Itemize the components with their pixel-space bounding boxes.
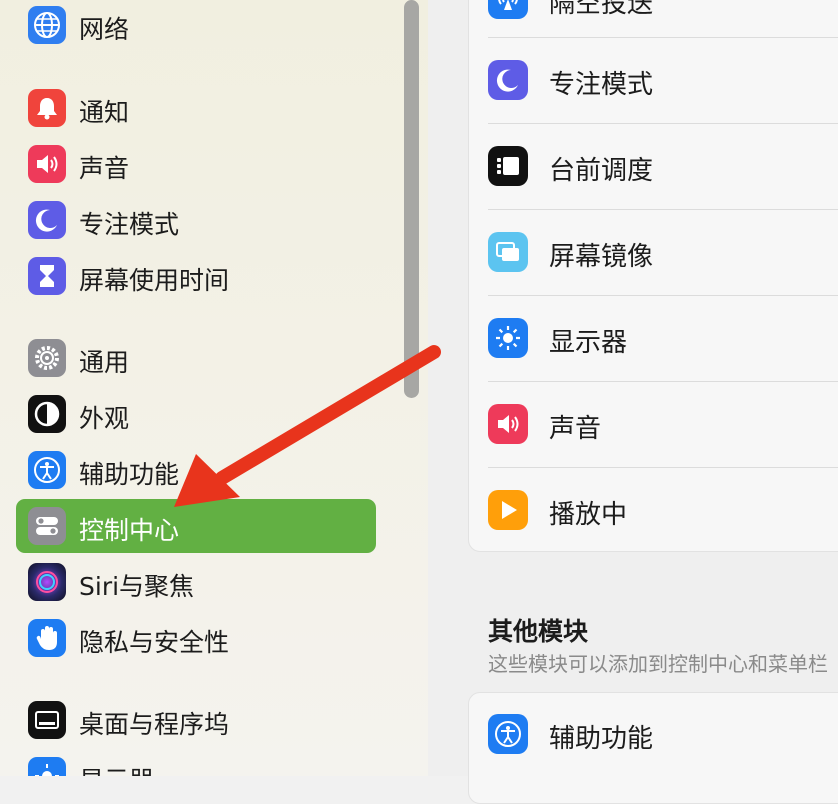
sidebar-item-focus[interactable]: 专注模式 (16, 193, 376, 247)
sidebar-item-label: 专注模式 (79, 210, 180, 239)
sidebar-item-privacy[interactable]: 隐私与安全性 (16, 611, 376, 665)
globe-icon (28, 6, 66, 44)
gear-icon (28, 339, 66, 377)
sidebar-item-label: 屏幕使用时间 (79, 266, 230, 295)
module-row-sound[interactable]: 声音 (488, 382, 838, 468)
module-row-now-playing[interactable]: 播放中 (488, 468, 838, 554)
module-row-display[interactable]: 显示器 (488, 296, 838, 382)
bell-icon (28, 89, 66, 127)
speaker-icon (28, 145, 66, 183)
sidebar-item-label: 声音 (79, 154, 130, 183)
speaker-icon (488, 404, 528, 444)
hourglass-icon (28, 257, 66, 295)
control-center-icon (28, 507, 66, 545)
module-label: 声音 (549, 414, 602, 444)
sidebar-item-screen-time[interactable]: 屏幕使用时间 (16, 249, 376, 303)
sidebar-item-general[interactable]: 通用 (16, 331, 376, 385)
sidebar-item-accessibility[interactable]: 辅助功能 (16, 443, 376, 497)
dock-icon (28, 701, 66, 739)
module-label: 屏幕镜像 (549, 242, 654, 272)
sidebar-item-notifications[interactable]: 通知 (16, 81, 376, 135)
sidebar-item-label: 隐私与安全性 (79, 628, 230, 657)
accessibility-icon (488, 714, 528, 754)
module-label: 播放中 (549, 500, 628, 530)
sidebar-item-label: 桌面与程序坞 (79, 710, 230, 739)
module-label: 显示器 (549, 328, 628, 358)
airdrop-icon (488, 0, 528, 19)
module-row-stage-manager[interactable]: 台前调度 (488, 124, 838, 210)
sidebar-item-label: 控制中心 (79, 516, 180, 545)
sidebar: 网络 通知 声音 专注模式 屏幕使用时间 通用 外观 辅助功能 控制中心 Sir… (0, 0, 428, 776)
appearance-icon (28, 395, 66, 433)
section-subtitle: 这些模块可以添加到控制中心和菜单栏 (488, 652, 828, 676)
sidebar-item-label: Siri与聚焦 (79, 572, 195, 601)
sidebar-item-label: 外观 (79, 404, 130, 433)
sidebar-scrollbar[interactable] (404, 0, 419, 398)
stage-manager-icon (488, 146, 528, 186)
brightness-icon (488, 318, 528, 358)
play-icon (488, 490, 528, 530)
sidebar-item-control-center[interactable]: 控制中心 (16, 499, 376, 553)
sidebar-item-sound[interactable]: 声音 (16, 137, 376, 191)
sidebar-item-siri[interactable]: Siri与聚焦 (16, 555, 376, 609)
sidebar-item-label: 显示器 (79, 761, 154, 776)
module-label: 专注模式 (549, 70, 654, 100)
module-label: 辅助功能 (549, 724, 654, 754)
hand-icon (28, 619, 66, 657)
main-panel: 隔空投送 专注模式 台前调度 屏幕镜像 显示器 声音 播放中 其他模块 这些模块… (428, 0, 838, 804)
accessibility-icon (28, 451, 66, 489)
sidebar-item-displays[interactable]: 显示器 (16, 749, 376, 776)
module-label: 台前调度 (549, 156, 654, 186)
sidebar-item-appearance[interactable]: 外观 (16, 387, 376, 441)
sidebar-item-label: 通知 (79, 98, 130, 127)
moon-icon (28, 201, 66, 239)
module-label: 隔空投送 (549, 0, 654, 19)
sidebar-item-network[interactable]: 网络 (16, 0, 376, 52)
moon-icon (488, 60, 528, 100)
sidebar-item-label: 网络 (79, 15, 130, 44)
module-row-screen-mirroring[interactable]: 屏幕镜像 (488, 210, 838, 296)
sidebar-item-desktop-dock[interactable]: 桌面与程序坞 (16, 693, 376, 747)
module-row-accessibility[interactable]: 辅助功能 (488, 692, 838, 778)
sidebar-item-label: 通用 (79, 348, 130, 377)
siri-icon (28, 563, 66, 601)
module-row-focus[interactable]: 专注模式 (488, 38, 838, 124)
screen-mirroring-icon (488, 232, 528, 272)
section-title: 其他模块 (488, 617, 589, 646)
display-icon (28, 757, 66, 776)
sidebar-item-label: 辅助功能 (79, 460, 180, 489)
